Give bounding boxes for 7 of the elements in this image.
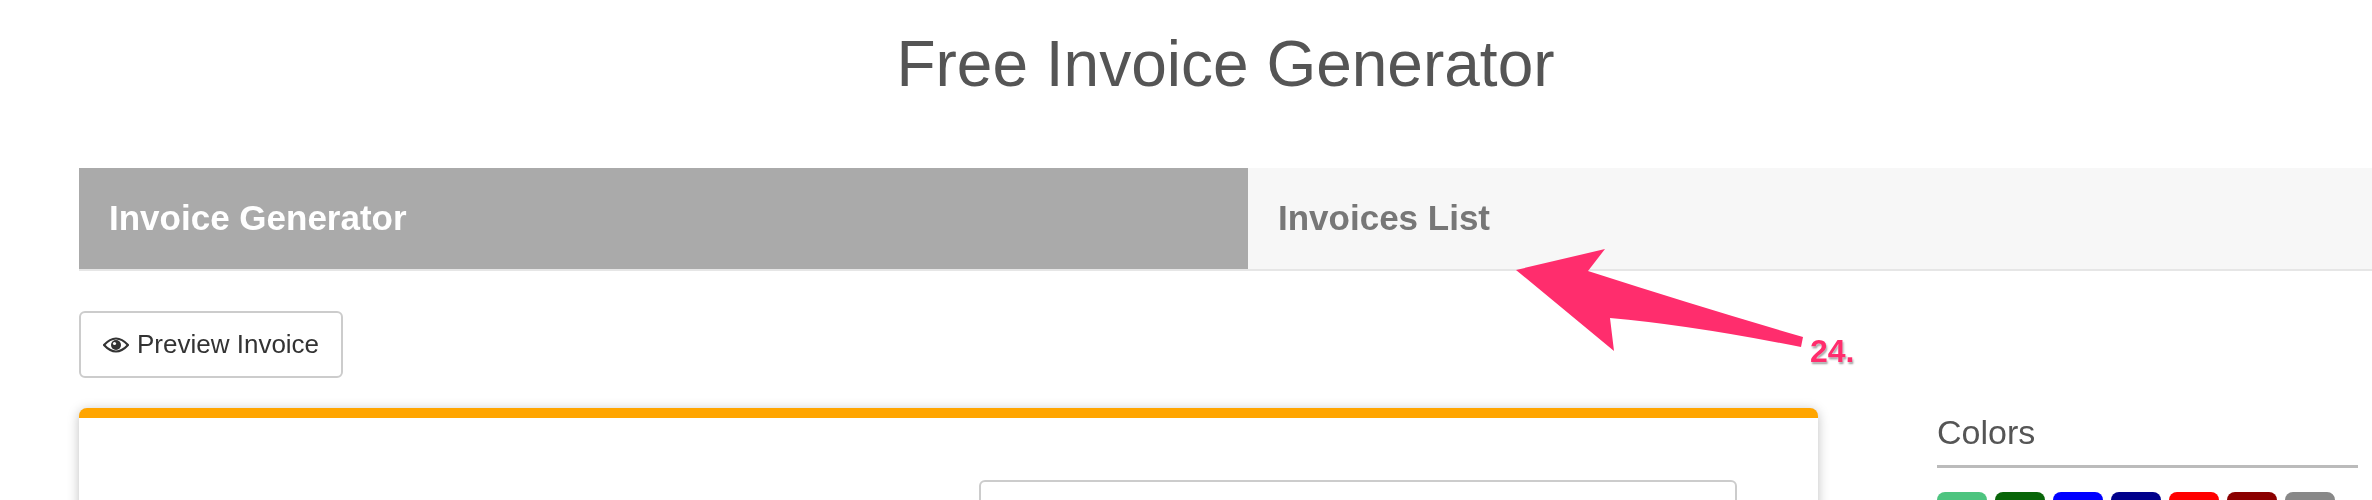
page-title: Free Invoice Generator <box>895 27 1556 102</box>
tab[interactable]: Invoices List <box>1248 168 2372 269</box>
section-heading: Colors <box>1937 408 2358 468</box>
preview-button[interactable]: Preview Invoice <box>79 311 344 378</box>
annotation-label: 24. <box>1810 332 1855 371</box>
tab[interactable]: Invoice Generator <box>79 168 1248 269</box>
eye-icon <box>103 335 129 354</box>
